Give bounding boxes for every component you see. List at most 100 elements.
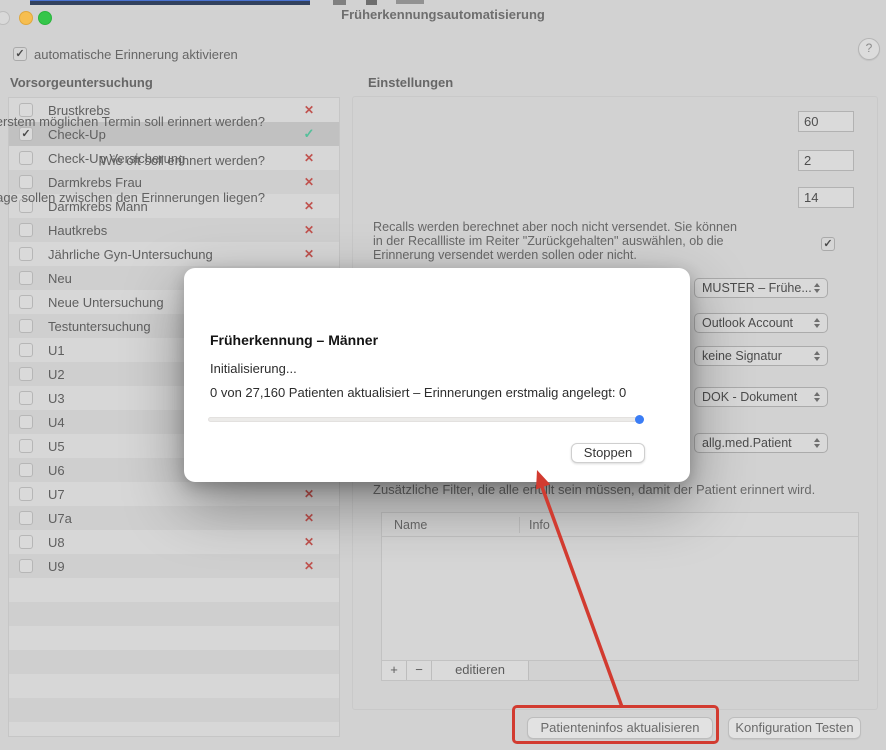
item-checkbox[interactable] [19, 367, 33, 381]
list-item[interactable]: U9 ✕ [9, 554, 339, 578]
recall-note: Recalls werden berechnet aber noch nicht… [373, 221, 745, 262]
item-label: U9 [48, 559, 65, 574]
chevron-updown-icon [813, 350, 822, 362]
x-icon: ✕ [299, 535, 319, 549]
empty-row [9, 602, 339, 626]
days-before-input[interactable]: 60 [798, 111, 854, 132]
progress-dialog: Früherkennung – Männer Initialisierung..… [184, 268, 690, 482]
item-label: Hautkrebs [48, 223, 107, 238]
list-item[interactable]: U7 ✕ [9, 482, 339, 506]
stop-button[interactable]: Stoppen [571, 443, 645, 463]
item-label: U8 [48, 535, 65, 550]
item-label: U2 [48, 367, 65, 382]
empty-row [9, 722, 339, 737]
item-label: Testuntersuchung [48, 319, 151, 334]
column-name: Name [394, 518, 427, 532]
x-icon: ✕ [299, 223, 319, 237]
item-label: U3 [48, 391, 65, 406]
list-item[interactable]: Jährliche Gyn-Untersuchung ✕ [9, 242, 339, 266]
update-patient-info-button[interactable]: Patienteninfos aktualisieren [527, 717, 713, 739]
item-checkbox[interactable] [19, 295, 33, 309]
item-checkbox[interactable] [19, 223, 33, 237]
column-info: Info [529, 518, 550, 532]
item-label: U6 [48, 463, 65, 478]
list-item[interactable]: Hautkrebs ✕ [9, 218, 339, 242]
item-label: Jährliche Gyn-Untersuchung [48, 247, 213, 262]
add-filter-button[interactable]: + [382, 661, 407, 680]
filter-table: Name Info + − editieren [381, 512, 859, 681]
x-icon: ✕ [299, 247, 319, 261]
titlebar: Früherkennungsautomatisierung [0, 0, 886, 28]
account-select[interactable]: Outlook Account [694, 313, 828, 333]
item-checkbox[interactable] [19, 439, 33, 453]
list-item[interactable]: U8 ✕ [9, 530, 339, 554]
edit-filter-button[interactable]: editieren [432, 661, 529, 680]
checkbox-checked-icon[interactable]: ✓ [13, 47, 27, 61]
item-checkbox[interactable] [19, 535, 33, 549]
empty-row [9, 674, 339, 698]
item-checkbox[interactable] [19, 511, 33, 525]
item-label: U4 [48, 415, 65, 430]
list-item[interactable]: U7a ✕ [9, 506, 339, 530]
auto-reminder-toggle[interactable]: ✓ automatische Erinnerung aktivieren [13, 46, 238, 62]
document-type-select[interactable]: DOK - Dokument [694, 387, 828, 407]
dialog-progress-text: 0 von 27,160 Patienten aktualisiert – Er… [210, 385, 626, 400]
reminder-count-input[interactable]: 2 [798, 150, 854, 171]
item-checkbox[interactable] [19, 391, 33, 405]
window-title: Früherkennungsautomatisierung [0, 7, 886, 22]
recall-checkbox[interactable]: ✓ [821, 237, 835, 251]
progress-knob-icon [635, 415, 644, 424]
filter-table-toolbar: + − editieren [382, 660, 858, 680]
x-icon: ✕ [299, 559, 319, 573]
item-label: Neu [48, 271, 72, 286]
filter-table-header: Name Info [382, 513, 858, 537]
dialog-status: Initialisierung... [210, 361, 297, 376]
item-checkbox[interactable]: ✓ [19, 127, 33, 141]
item-checkbox[interactable] [19, 487, 33, 501]
empty-row [9, 698, 339, 722]
item-label: Darmkrebs Frau [48, 175, 142, 190]
x-icon: ✕ [299, 511, 319, 525]
x-icon: ✕ [299, 151, 319, 165]
item-label: U7 [48, 487, 65, 502]
item-checkbox[interactable] [19, 319, 33, 333]
x-icon: ✕ [299, 487, 319, 501]
item-label: U7a [48, 511, 72, 526]
empty-row [9, 650, 339, 674]
chevron-updown-icon [813, 391, 822, 403]
dialog-title: Früherkennung – Männer [210, 332, 378, 348]
chevron-updown-icon [813, 437, 822, 449]
empty-row [9, 578, 339, 602]
item-checkbox[interactable] [19, 343, 33, 357]
test-configuration-button[interactable]: Konfiguration Testen [728, 717, 861, 739]
progress-bar [208, 417, 642, 422]
patient-type-select[interactable]: allg.med.Patient [694, 433, 828, 453]
auto-reminder-label: automatische Erinnerung aktivieren [34, 47, 238, 62]
filter-description: Zusätzliche Filter, die alle erfüllt sei… [373, 482, 815, 497]
item-checkbox[interactable] [19, 559, 33, 573]
column-divider [519, 517, 520, 533]
item-label: U1 [48, 343, 65, 358]
x-icon: ✕ [299, 103, 319, 117]
item-checkbox[interactable] [19, 271, 33, 285]
item-checkbox[interactable] [19, 175, 33, 189]
reminder-count-label: Wie oft soll erinnert werden? [0, 153, 265, 168]
days-before-label: Wie viele Tage vor erstem möglichen Term… [0, 114, 265, 129]
item-checkbox[interactable] [19, 463, 33, 477]
settings-header: Einstellungen [368, 75, 453, 90]
template-select[interactable]: MUSTER – Frühe... [694, 278, 828, 298]
days-between-label: Wie viele Tage sollen zwischen den Erinn… [0, 190, 265, 205]
help-icon[interactable]: ? [858, 38, 880, 60]
days-between-input[interactable]: 14 [798, 187, 854, 208]
left-panel-header: Vorsorgeuntersuchung [10, 75, 153, 90]
x-icon: ✕ [299, 199, 319, 213]
chevron-updown-icon [813, 317, 822, 329]
item-label: Neue Untersuchung [48, 295, 164, 310]
x-icon: ✕ [299, 175, 319, 189]
item-checkbox[interactable] [19, 415, 33, 429]
item-label: U5 [48, 439, 65, 454]
item-checkbox[interactable] [19, 247, 33, 261]
chevron-updown-icon [813, 282, 822, 294]
remove-filter-button[interactable]: − [407, 661, 432, 680]
signature-select[interactable]: keine Signatur [694, 346, 828, 366]
